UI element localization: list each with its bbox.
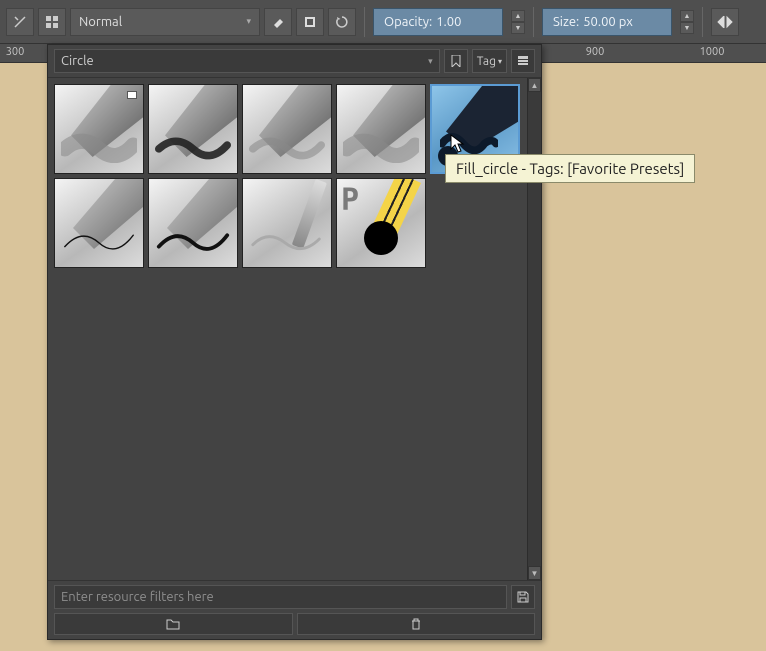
opacity-down-icon[interactable]: ▼	[511, 22, 525, 34]
preset-pen_rough[interactable]	[148, 84, 238, 174]
preset-nib_scratch[interactable]	[242, 178, 332, 268]
opacity-field[interactable]: Opacity: 1.00	[373, 8, 503, 36]
opacity-up-icon[interactable]: ▲	[511, 10, 525, 22]
tag-btn-label: Tag	[477, 55, 496, 68]
preset-pencil_soft[interactable]	[242, 84, 332, 174]
ruler-mark: 1000	[700, 46, 725, 58]
brush-preset-popover: Circle Tag▾ P ▲ ▼ Enter resource filters…	[47, 44, 542, 640]
resource-filter-input[interactable]: Enter resource filters here	[54, 585, 507, 609]
size-up-icon[interactable]: ▲	[680, 10, 694, 22]
popover-header: Circle Tag▾	[48, 45, 541, 78]
scroll-down-icon[interactable]: ▼	[528, 566, 541, 580]
toolbar-divider-2	[533, 7, 534, 37]
opacity-label: Opacity:	[384, 15, 432, 29]
scroll-up-icon[interactable]: ▲	[528, 78, 541, 92]
size-value: 50.00 px	[583, 15, 633, 29]
tooltip-text: Fill_circle - Tags: [Favorite Presets]	[456, 160, 684, 177]
tag-filter-select[interactable]: Circle	[54, 49, 440, 73]
size-down-icon[interactable]: ▼	[680, 22, 694, 34]
tag-filter-value: Circle	[61, 54, 94, 68]
toolbar-divider-3	[702, 7, 703, 37]
view-mode-icon[interactable]	[511, 49, 535, 73]
save-preset-icon[interactable]	[511, 585, 535, 609]
brush-settings-icon[interactable]	[6, 8, 34, 36]
filter-placeholder: Enter resource filters here	[61, 590, 214, 604]
popover-footer: Enter resource filters here	[48, 580, 541, 639]
brush-preset-icon[interactable]	[38, 8, 66, 36]
preset-pixel_pencil[interactable]: P	[336, 178, 426, 268]
ruler-mark: 900	[586, 46, 605, 58]
top-toolbar: Normal Opacity: 1.00 ▲ ▼ Size: 50.00 px …	[0, 0, 766, 44]
size-label: Size:	[553, 15, 579, 29]
alpha-lock-icon[interactable]	[296, 8, 324, 36]
blend-mode-select[interactable]: Normal	[70, 8, 260, 36]
eraser-mode-icon[interactable]	[264, 8, 292, 36]
size-spinner: ▲ ▼	[680, 10, 694, 34]
ruler-mark: 300	[6, 46, 25, 58]
toolbar-divider-1	[364, 7, 365, 37]
tag-dropdown[interactable]: Tag▾	[472, 49, 507, 73]
preset-ink_bold[interactable]	[148, 178, 238, 268]
import-preset-button[interactable]	[54, 613, 293, 635]
preset-tooltip: Fill_circle - Tags: [Favorite Presets]	[445, 154, 695, 183]
reload-brush-icon[interactable]	[328, 8, 356, 36]
opacity-value: 1.00	[436, 15, 461, 29]
folder-icon	[166, 618, 180, 630]
preset-airbrush_linear[interactable]	[336, 84, 426, 174]
bookmark-icon[interactable]	[444, 49, 468, 73]
delete-preset-button[interactable]	[297, 613, 536, 635]
preset-airbrush_soft[interactable]	[54, 84, 144, 174]
opacity-spinner: ▲ ▼	[511, 10, 525, 34]
size-field[interactable]: Size: 50.00 px	[542, 8, 672, 36]
blend-mode-value: Normal	[79, 15, 122, 29]
mirror-horizontal-icon[interactable]	[711, 8, 739, 36]
trash-icon	[410, 618, 422, 630]
preset-ink_fine[interactable]	[54, 178, 144, 268]
